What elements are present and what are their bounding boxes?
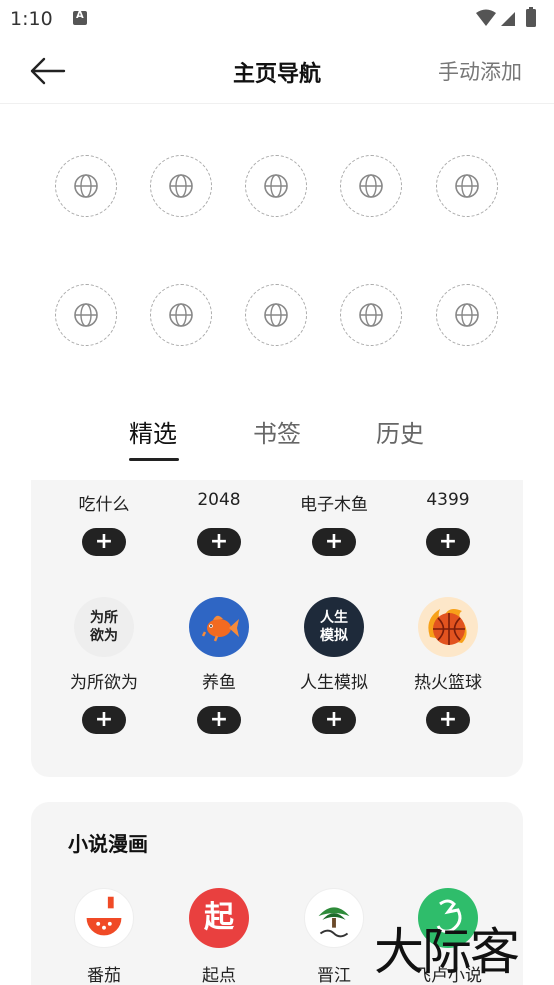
add-button[interactable]: + [197, 528, 241, 556]
add-button[interactable]: + [312, 528, 356, 556]
globe-icon [74, 303, 98, 327]
item-label: 2048 [197, 490, 241, 510]
globe-icon [359, 174, 383, 198]
app-icon-rensheng-moni[interactable]: 人生 模拟 [304, 597, 364, 657]
empty-nav-slot[interactable] [436, 155, 498, 217]
globe-icon [264, 174, 288, 198]
item-label: 番茄 [87, 966, 121, 985]
status-time: 1:10 [10, 8, 53, 30]
globe-icon [169, 303, 193, 327]
tomato-icon[interactable] [74, 888, 134, 948]
tab-bookmarks[interactable]: 书签 [253, 414, 301, 449]
signal-wifi-battery-icons [476, 7, 536, 27]
qidian-icon[interactable]: 起 [189, 888, 249, 948]
empty-nav-slot[interactable] [245, 284, 307, 346]
item-label: 养鱼 [202, 673, 236, 693]
globe-icon [74, 174, 98, 198]
item-label: 人生模拟 [300, 673, 368, 693]
empty-nav-slot[interactable] [55, 155, 117, 217]
active-tab-indicator [129, 458, 179, 461]
add-button[interactable]: + [82, 528, 126, 556]
item-label: 电子木鱼 [300, 495, 368, 515]
empty-nav-slot[interactable] [245, 155, 307, 217]
section-title: 小说漫画 [68, 832, 148, 856]
item-label: 起点 [202, 966, 236, 985]
add-button[interactable]: + [426, 528, 470, 556]
add-button[interactable]: + [312, 706, 356, 734]
tab-history[interactable]: 历史 [376, 414, 424, 449]
empty-nav-slot[interactable] [55, 284, 117, 346]
item-label: 热火篮球 [414, 673, 482, 693]
empty-nav-slot[interactable] [150, 284, 212, 346]
globe-icon [359, 303, 383, 327]
notification-icon [73, 10, 87, 25]
globe-icon [169, 174, 193, 198]
tab-bar: 精选 书签 历史 [0, 406, 554, 466]
tab-featured[interactable]: 精选 [129, 414, 177, 449]
empty-nav-slot[interactable] [436, 284, 498, 346]
add-button[interactable]: + [426, 706, 470, 734]
empty-nav-slot[interactable] [150, 155, 212, 217]
watermark: 大际客 [374, 923, 520, 981]
globe-icon [264, 303, 288, 327]
goldfish-icon[interactable] [189, 597, 249, 657]
screen: { "status_bar": { "time": "1:10" }, "hea… [0, 0, 554, 985]
item-label: 4399 [426, 490, 470, 510]
add-button[interactable]: + [82, 706, 126, 734]
add-button[interactable]: + [197, 706, 241, 734]
basketball-icon[interactable] [418, 597, 478, 657]
globe-icon [455, 303, 479, 327]
empty-nav-slot[interactable] [340, 284, 402, 346]
globe-icon [455, 174, 479, 198]
empty-nav-slot[interactable] [340, 155, 402, 217]
app-icon-weisuoyuwei[interactable]: 为所 欲为 [74, 597, 134, 657]
status-bar: 1:10 [0, 0, 554, 38]
item-label: 为所欲为 [70, 673, 138, 693]
jinjiang-icon[interactable] [304, 888, 364, 948]
manual-add-button[interactable]: 手动添加 [438, 56, 522, 86]
featured-card: 吃什么 2048 电子木鱼 4399 + + + + 为所 欲为 人生 模拟 为… [31, 480, 523, 777]
item-label: 吃什么 [78, 495, 130, 515]
top-bar: 主页导航 手动添加 [0, 38, 554, 104]
